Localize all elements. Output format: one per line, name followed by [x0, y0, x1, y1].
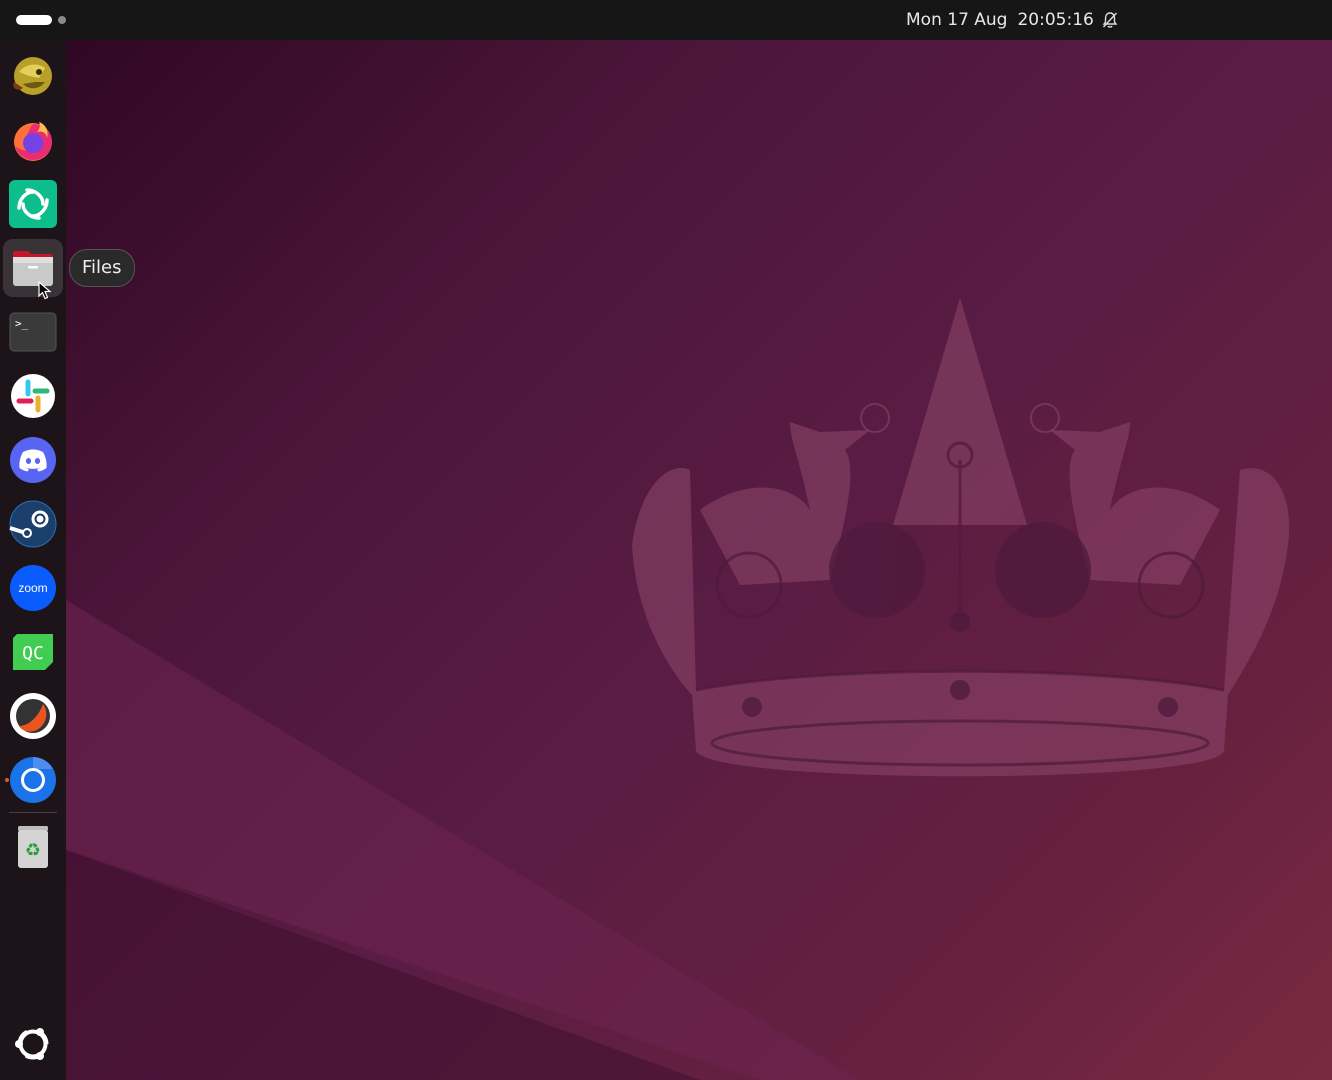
clock-time: 20:05:16 [1017, 10, 1094, 30]
dock-item-orange-app[interactable] [3, 687, 63, 745]
workspace-active-pill [16, 15, 52, 25]
steam-icon [9, 500, 57, 548]
dock-item-chromium[interactable] [3, 751, 63, 809]
dock-item-files[interactable] [3, 239, 63, 297]
svg-text:♻: ♻ [25, 840, 41, 861]
discord-icon [10, 437, 56, 483]
wallpaper-artwork [66, 298, 1290, 1080]
clock-date: Mon 17 Aug [906, 10, 1008, 30]
workspace-inactive-dot [58, 16, 66, 24]
terminal-icon: >_ [9, 312, 57, 352]
dock-item-trash[interactable]: ♻ [3, 817, 63, 875]
zoom-glyph: zoom [18, 581, 47, 595]
dock-item-qt-creator[interactable]: QC [3, 623, 63, 681]
dock-item-steam[interactable] [3, 495, 63, 553]
firefox-icon [14, 122, 52, 161]
dock: >_ zoom QC ♻ [0, 40, 66, 1080]
desktop-wallpaper [0, 40, 1332, 1080]
dock-item-slack[interactable] [3, 367, 63, 425]
show-apps-button[interactable] [3, 1015, 63, 1073]
trash-icon: ♻ [18, 826, 48, 868]
dock-item-globe-app[interactable] [3, 47, 63, 105]
terminal-glyph: >_ [15, 317, 29, 330]
ubuntu-logo-icon [15, 1026, 51, 1062]
dock-item-firefox[interactable] [3, 111, 63, 169]
dock-tooltip: Files [69, 249, 135, 287]
dock-item-discord[interactable] [3, 431, 63, 489]
chromium-icon [10, 757, 56, 803]
top-bar: Mon 17 Aug 20:05:16 [0, 0, 1332, 40]
mouse-cursor-icon [38, 281, 52, 300]
bell-muted-icon[interactable] [1101, 11, 1119, 29]
clock[interactable]: Mon 17 Aug 20:05:16 [906, 0, 1094, 40]
dock-separator [9, 812, 57, 813]
element-icon [9, 180, 57, 228]
dock-item-zoom[interactable]: zoom [3, 559, 63, 617]
dock-item-terminal[interactable]: >_ [3, 303, 63, 361]
slack-icon [11, 374, 55, 418]
qt-creator-icon: QC [13, 634, 53, 670]
activities-indicator[interactable] [16, 15, 76, 25]
zoom-icon: zoom [10, 565, 56, 611]
globe-app-icon [13, 57, 52, 95]
qt-glyph: QC [22, 643, 44, 664]
dock-item-element[interactable] [3, 175, 63, 233]
running-indicator [5, 778, 9, 782]
orange-circle-app-icon [10, 693, 56, 739]
